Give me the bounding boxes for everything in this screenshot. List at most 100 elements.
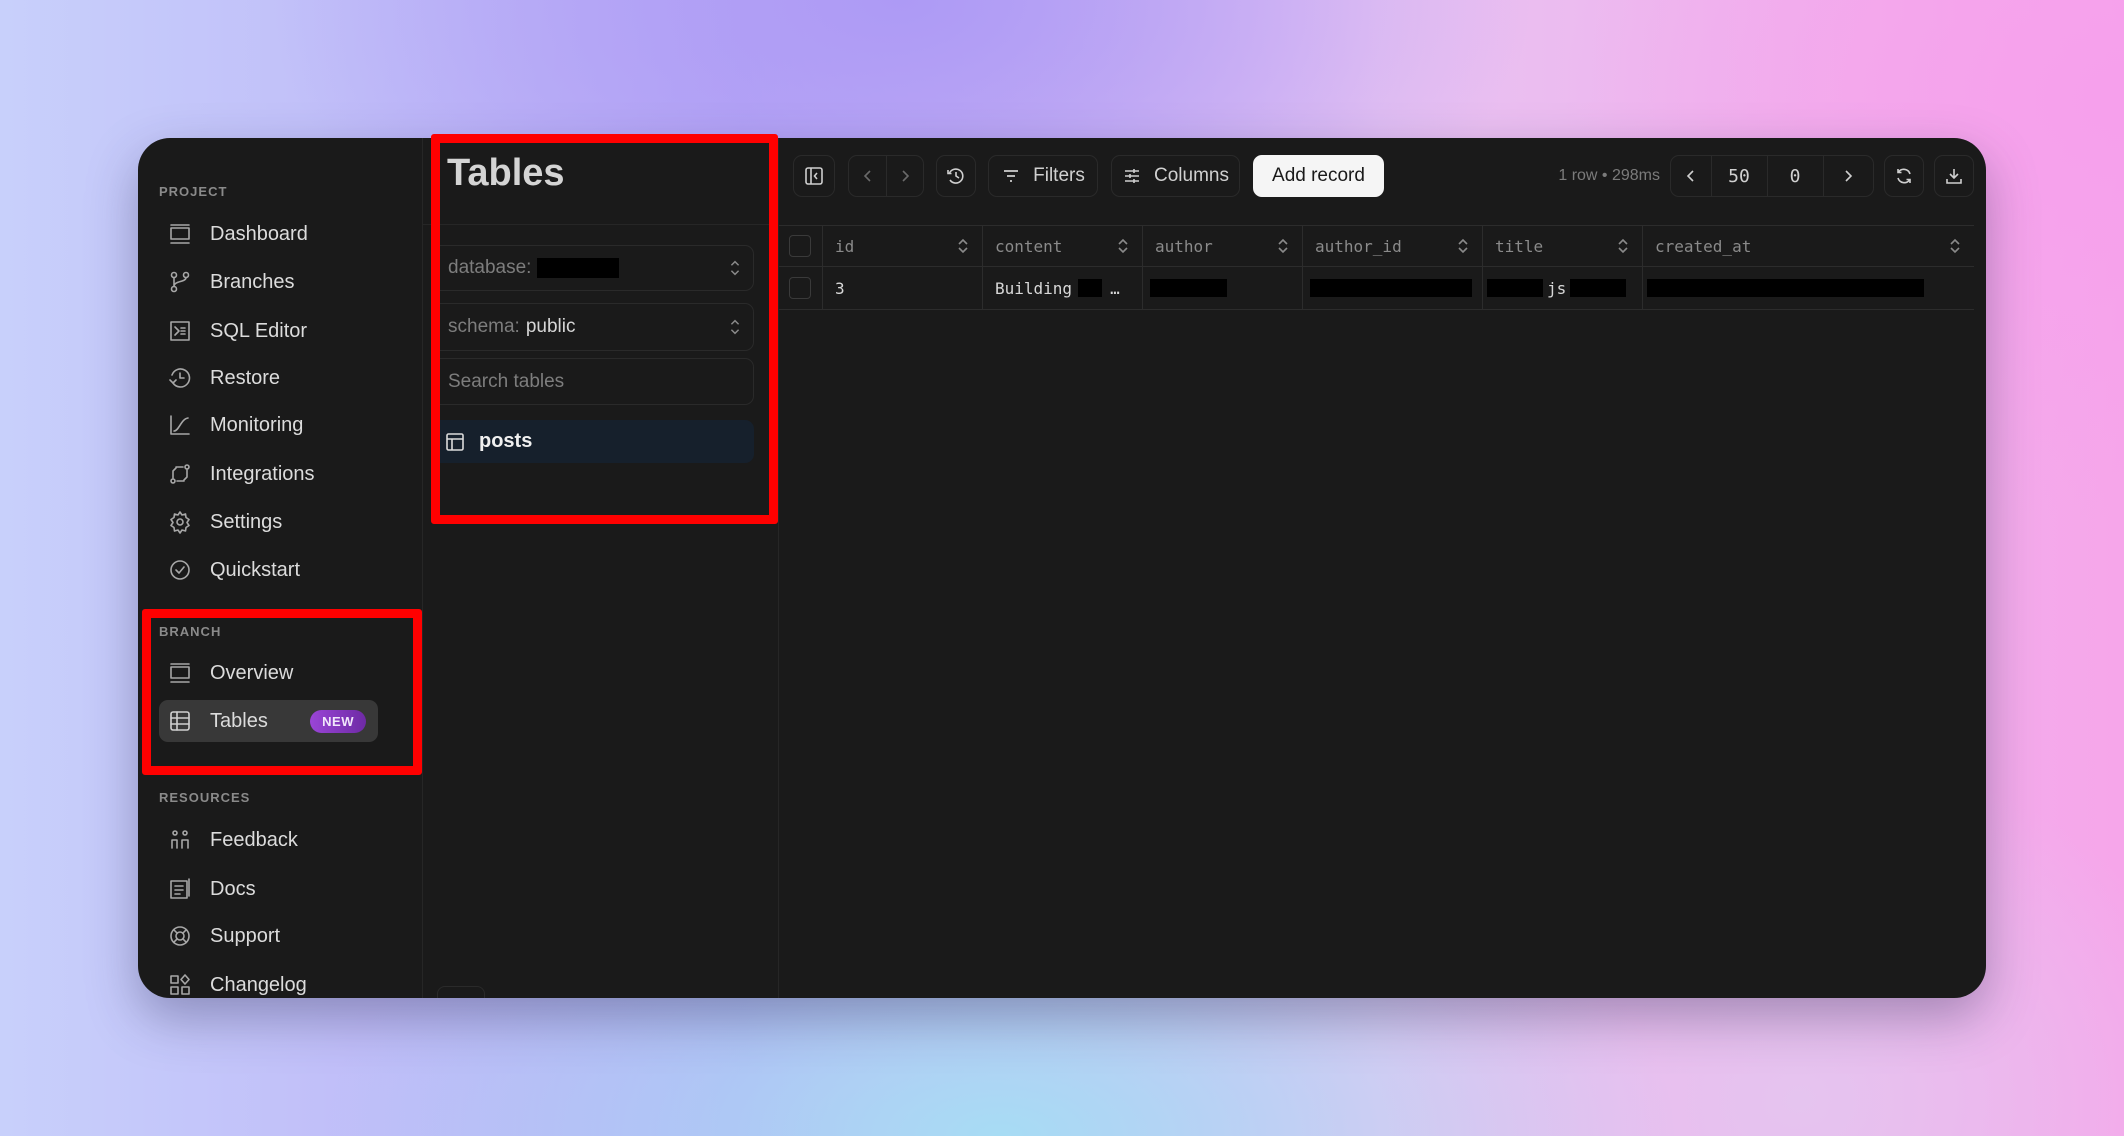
cell-title[interactable]: js	[1483, 267, 1643, 309]
panel-collapse-button[interactable]	[437, 986, 485, 998]
page-limit-input[interactable]: 50	[1711, 166, 1767, 187]
sidebar-item-label: Branches	[210, 270, 295, 293]
divider	[886, 156, 887, 196]
sidebar-item-branches[interactable]: Branches	[159, 261, 378, 303]
sort-icon[interactable]	[1116, 236, 1130, 256]
integrations-icon	[168, 462, 192, 486]
column-header-content[interactable]: content	[983, 226, 1143, 266]
column-label: title	[1495, 236, 1544, 256]
column-label: author_id	[1315, 236, 1402, 256]
sidebar-item-overview[interactable]: Overview	[159, 652, 378, 694]
sidebar-item-label: Support	[210, 924, 281, 947]
back-button[interactable]	[849, 156, 886, 196]
filters-button[interactable]: Filters	[988, 155, 1098, 197]
cell-content[interactable]: Building …	[983, 267, 1143, 309]
sidebar-item-monitoring[interactable]: Monitoring	[159, 404, 378, 446]
section-label-resources: RESOURCES	[159, 790, 251, 805]
database-value-redacted	[537, 258, 620, 278]
query-history-button[interactable]	[936, 155, 976, 197]
sidebar-item-dashboard[interactable]: Dashboard	[159, 213, 378, 255]
sidebar-item-support[interactable]: Support	[159, 915, 378, 957]
sidebar-item-label: Feedback	[210, 828, 298, 851]
chevron-left-icon	[863, 170, 871, 182]
chevron-right-icon	[1845, 170, 1853, 182]
cell-text: Building	[995, 278, 1073, 298]
docs-icon	[168, 877, 192, 901]
table-name: posts	[479, 430, 533, 452]
sidebar: PROJECT Dashboard Branches SQL Editor Re…	[138, 138, 423, 998]
columns-button[interactable]: Columns	[1111, 155, 1240, 197]
sidebar-item-sql-editor[interactable]: SQL Editor	[159, 310, 378, 352]
table-list-item-posts[interactable]: posts	[431, 420, 754, 463]
refresh-button[interactable]	[1884, 155, 1924, 197]
chevron-left-icon	[1686, 170, 1694, 182]
sort-icon[interactable]	[1616, 236, 1630, 256]
redacted-value	[1150, 279, 1227, 297]
sidebar-item-tables[interactable]: Tables NEW	[159, 700, 378, 742]
sidebar-item-label: Settings	[210, 510, 283, 533]
column-header-created-at[interactable]: created_at	[1643, 226, 1974, 266]
next-page-button[interactable]	[1823, 156, 1873, 196]
sort-icon[interactable]	[1948, 236, 1962, 256]
lifebuoy-icon	[168, 924, 192, 948]
cell-author-id[interactable]	[1303, 267, 1483, 309]
sort-icon[interactable]	[1456, 236, 1470, 256]
schema-label: schema:	[448, 316, 520, 337]
app-window: PROJECT Dashboard Branches SQL Editor Re…	[138, 138, 1986, 998]
sidebar-item-feedback[interactable]: Feedback	[159, 819, 378, 861]
sidebar-item-quickstart[interactable]: Quickstart	[159, 549, 378, 591]
chevron-updown-icon	[730, 260, 740, 276]
search-tables-input[interactable]: Search tables	[431, 358, 754, 405]
sidebar-item-restore[interactable]: Restore	[159, 357, 378, 399]
sidebar-item-integrations[interactable]: Integrations	[159, 453, 378, 495]
sidebar-item-label: Monitoring	[210, 413, 304, 436]
select-all-checkbox[interactable]	[789, 235, 811, 257]
ellipsis: …	[1110, 278, 1120, 298]
table-icon	[446, 432, 464, 451]
sort-icon[interactable]	[1276, 236, 1290, 256]
column-label: content	[995, 236, 1063, 256]
pagination-group: 50 0	[1670, 155, 1874, 197]
sidebar-item-label: Dashboard	[210, 222, 308, 245]
column-header-author-id[interactable]: author_id	[1303, 226, 1483, 266]
select-all-cell	[779, 226, 823, 266]
table-row[interactable]: 3 Building … js	[779, 267, 1974, 310]
download-button[interactable]	[1934, 155, 1974, 197]
sidebar-item-label: Integrations	[210, 462, 315, 485]
column-header-author[interactable]: author	[1143, 226, 1303, 266]
sidebar-item-label: SQL Editor	[210, 319, 308, 342]
table-viewer: Filters Columns Add record 1 row • 298ms…	[779, 138, 1986, 998]
sidebar-item-docs[interactable]: Docs	[159, 868, 378, 910]
chevron-updown-icon	[730, 319, 740, 335]
column-header-title[interactable]: title	[1483, 226, 1643, 266]
cell-author[interactable]	[1143, 267, 1303, 309]
sidebar-item-settings[interactable]: Settings	[159, 501, 378, 543]
cell-created-at[interactable]	[1643, 267, 1974, 309]
cell-id[interactable]: 3	[823, 267, 983, 309]
history-nav-group	[848, 155, 924, 197]
sidebar-item-changelog[interactable]: Changelog	[159, 964, 378, 998]
toggle-sidebar-button[interactable]	[793, 155, 835, 197]
tables-panel: Tables database: schema: public Search t…	[423, 138, 779, 998]
chevron-right-icon	[901, 170, 909, 182]
page-offset-input[interactable]: 0	[1767, 166, 1823, 187]
schema-select[interactable]: schema: public	[431, 303, 754, 351]
database-label: database:	[448, 257, 532, 278]
people-icon	[168, 828, 192, 852]
row-checkbox[interactable]	[789, 277, 811, 299]
git-branch-icon	[168, 270, 192, 294]
grid-header-row: id content author author_id title create…	[779, 225, 1974, 267]
shapes-icon	[168, 973, 192, 997]
database-select[interactable]: database:	[431, 245, 754, 291]
column-label: author	[1155, 236, 1213, 256]
sidebar-item-label: Restore	[210, 366, 281, 389]
monitor-icon	[168, 222, 192, 246]
sort-icon[interactable]	[956, 236, 970, 256]
forward-button[interactable]	[886, 156, 923, 196]
column-label: id	[835, 236, 855, 256]
add-record-button[interactable]: Add record	[1253, 155, 1384, 197]
divider	[423, 224, 778, 225]
divider	[1823, 156, 1824, 196]
prev-page-button[interactable]	[1671, 156, 1711, 196]
column-header-id[interactable]: id	[823, 226, 983, 266]
